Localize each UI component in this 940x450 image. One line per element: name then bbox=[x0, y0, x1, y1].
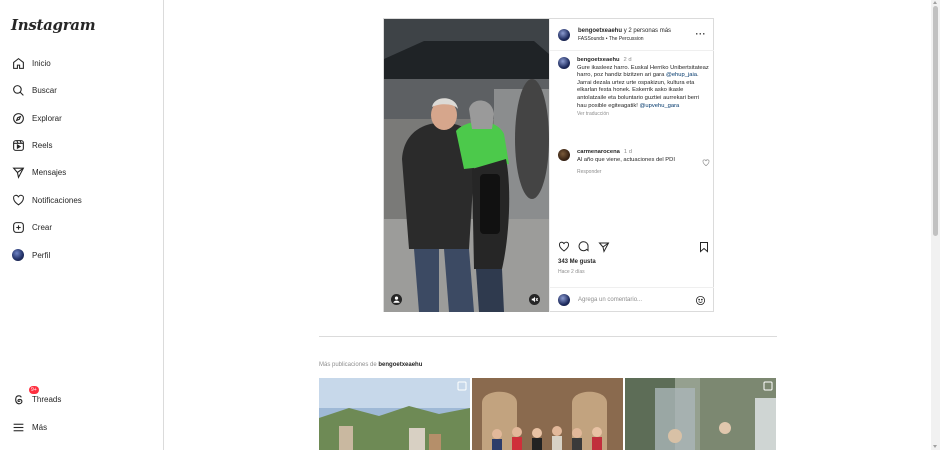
post-image bbox=[384, 19, 549, 312]
nav-item-notificaciones[interactable]: Notificaciones bbox=[0, 188, 164, 212]
viewer-avatar bbox=[558, 294, 570, 306]
reels-icon bbox=[11, 138, 25, 152]
caption-avatar[interactable] bbox=[558, 57, 570, 69]
divider bbox=[319, 336, 777, 337]
sidebar: Instagram Inicio Buscar Explorar Reels M… bbox=[0, 0, 164, 450]
post-actions bbox=[558, 241, 710, 255]
post-header: bengoetxeaehu y 2 personas más FASSounds… bbox=[550, 19, 714, 51]
nav-label: Reels bbox=[32, 140, 53, 150]
nav-item-perfil[interactable]: Perfil bbox=[0, 243, 164, 267]
coauthors[interactable]: y 2 personas más bbox=[624, 28, 671, 34]
comment-time: 1 d bbox=[623, 149, 632, 155]
author-username[interactable]: bengoetxeaehu bbox=[578, 28, 622, 34]
thumbnail-image bbox=[319, 378, 470, 450]
nav-item-explorar[interactable]: Explorar bbox=[0, 106, 164, 130]
instagram-logo[interactable]: Instagram bbox=[11, 16, 96, 34]
post-time: Hace 2 días bbox=[558, 269, 585, 275]
mention-link[interactable]: @ehup_jaia bbox=[666, 72, 697, 78]
nav-label: Threads bbox=[32, 394, 62, 404]
more-posts-username[interactable]: bengoetxeaehu bbox=[378, 362, 422, 368]
reply-button[interactable]: Responder bbox=[577, 169, 697, 177]
more-posts-prefix: Más publicaciones de bbox=[319, 362, 377, 368]
share-icon[interactable] bbox=[598, 241, 610, 253]
like-icon[interactable] bbox=[558, 241, 570, 253]
bookmark-icon[interactable] bbox=[698, 241, 710, 253]
nav-item-buscar[interactable]: Buscar bbox=[0, 78, 164, 102]
search-icon bbox=[11, 83, 25, 97]
nav-label: Inicio bbox=[32, 58, 51, 68]
caption-username[interactable]: bengoetxeaehu bbox=[577, 57, 620, 63]
scrollbar[interactable] bbox=[931, 0, 940, 450]
main-content: bengoetxeaehu y 2 personas más FASSounds… bbox=[164, 0, 931, 450]
threads-icon: 9+ bbox=[11, 386, 39, 406]
comment-icon[interactable] bbox=[578, 241, 590, 253]
nav-label: Perfil bbox=[32, 250, 51, 260]
commenter-avatar[interactable] bbox=[558, 149, 570, 161]
post-photo[interactable] bbox=[384, 19, 549, 312]
post-panel: bengoetxeaehu y 2 personas más FASSounds… bbox=[549, 19, 714, 312]
author-avatar[interactable] bbox=[558, 28, 570, 41]
nav-item-crear[interactable]: Crear bbox=[0, 215, 164, 239]
nav-item-mensajes[interactable]: Mensajes bbox=[0, 160, 164, 184]
nav-item-threads[interactable]: 9+ Threads bbox=[0, 386, 164, 411]
post-card: bengoetxeaehu y 2 personas más FASSounds… bbox=[383, 18, 714, 312]
profile-avatar bbox=[11, 248, 25, 262]
tagged-user-icon[interactable] bbox=[391, 294, 402, 305]
mention-link[interactable]: @upvehu_gara bbox=[640, 103, 680, 109]
more-posts-title: Más publicaciones de bengoetxeaehu bbox=[319, 362, 422, 368]
more-post-thumbnail[interactable] bbox=[319, 378, 470, 450]
nav-label: Más bbox=[32, 422, 48, 432]
add-comment-bar: Agrega un comentario... bbox=[550, 287, 714, 312]
heart-icon bbox=[11, 193, 25, 207]
comment-input[interactable]: Agrega un comentario... bbox=[578, 297, 695, 303]
comment-like-icon[interactable] bbox=[702, 159, 710, 167]
mute-icon[interactable] bbox=[529, 294, 540, 305]
nav-label: Explorar bbox=[32, 113, 62, 123]
translate-link[interactable]: Ver traducción bbox=[577, 111, 710, 119]
nav-label: Crear bbox=[32, 222, 53, 232]
commenter-username[interactable]: carmenarocena bbox=[577, 149, 620, 155]
home-icon bbox=[11, 56, 25, 70]
more-post-thumbnail[interactable] bbox=[472, 378, 623, 450]
caption-time: 2 d bbox=[623, 57, 632, 63]
likes-count[interactable]: 343 Me gusta bbox=[558, 259, 596, 265]
nav-item-mas[interactable]: Más bbox=[0, 415, 164, 439]
more-post-thumbnail[interactable] bbox=[625, 378, 776, 450]
compass-icon bbox=[11, 111, 25, 125]
nav-label: Buscar bbox=[32, 85, 57, 95]
nav-label: Notificaciones bbox=[32, 195, 82, 205]
plus-square-icon bbox=[11, 220, 25, 234]
threads-badge: 9+ bbox=[29, 386, 39, 394]
comment-item: carmenarocena 1 d Al año que viene, actua… bbox=[558, 149, 710, 177]
emoji-icon[interactable] bbox=[695, 295, 706, 306]
nav-item-inicio[interactable]: Inicio bbox=[0, 51, 164, 75]
caption: bengoetxeaehu 2 d Gure ikasleez harro. Eu… bbox=[558, 57, 710, 119]
menu-icon bbox=[11, 420, 25, 434]
nav-label: Mensajes bbox=[32, 167, 67, 177]
audio-label[interactable]: FASSounds • The Percussion bbox=[578, 35, 671, 43]
scrollbar-thumb[interactable] bbox=[933, 6, 938, 236]
caption-text: bengoetxeaehu 2 d Gure ikasleez harro. Eu… bbox=[577, 57, 710, 119]
thumbnail-image bbox=[625, 378, 776, 450]
comment-text: Al año que viene, actuaciones del PDI bbox=[577, 156, 675, 163]
more-options-icon[interactable]: ··· bbox=[696, 29, 707, 39]
send-icon bbox=[11, 165, 25, 179]
nav-item-reels[interactable]: Reels bbox=[0, 133, 164, 157]
thumbnail-image bbox=[472, 378, 623, 450]
